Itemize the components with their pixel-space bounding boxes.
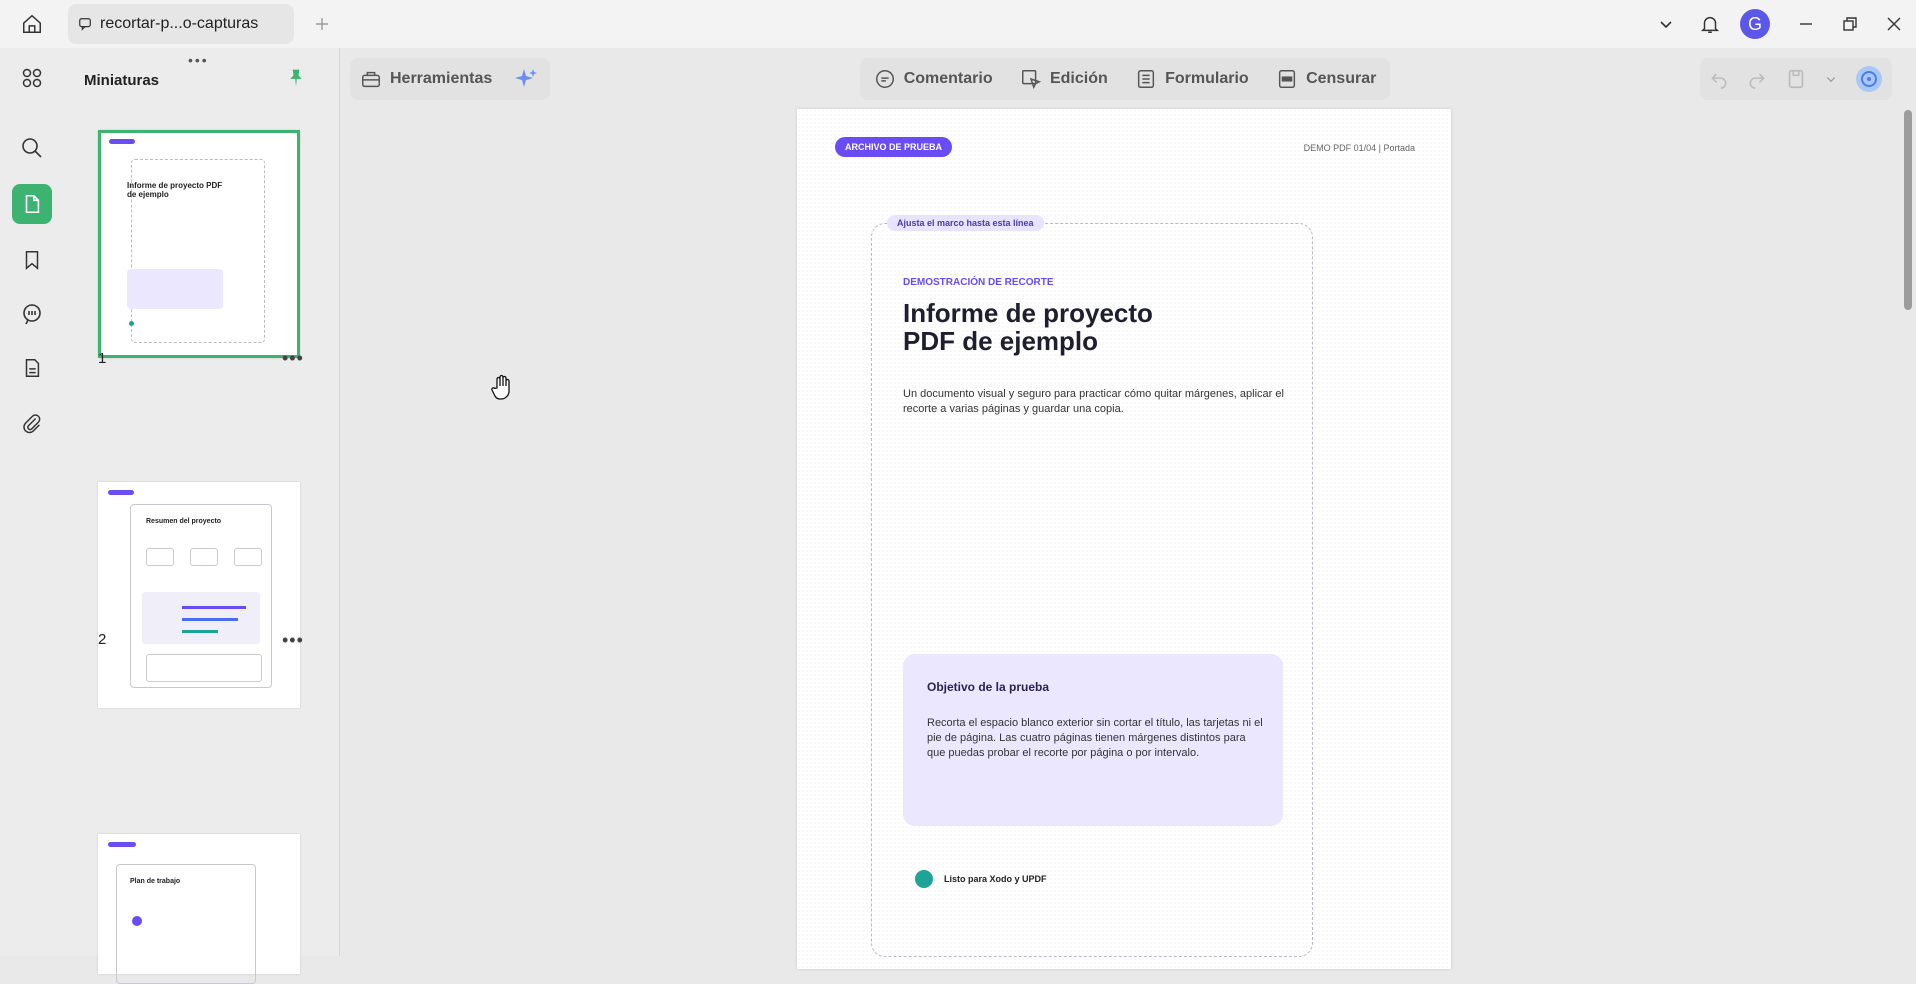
test-file-badge: ARCHIVO DE PRUEBA	[835, 137, 953, 157]
comment-icon	[875, 70, 894, 88]
thumbnail-more-button[interactable]: •••	[282, 630, 304, 651]
tab-redact[interactable]: Censurar	[1276, 68, 1376, 90]
chevron-down-icon	[1660, 21, 1672, 29]
page-title: Informe de proyecto PDF de ejemplo	[903, 298, 1153, 356]
comments-icon	[23, 304, 41, 325]
hand-cursor-icon	[491, 374, 510, 400]
new-tab-button[interactable]	[310, 12, 334, 36]
thumbnails-button[interactable]	[12, 184, 52, 224]
pdf-page[interactable]: ARCHIVO DE PRUEBA DEMO PDF 01/04 | Porta…	[797, 109, 1451, 969]
grid-icon	[22, 68, 42, 88]
thumbnail-title: Informe de proyecto PDF de ejemplo	[127, 181, 223, 199]
restore-button[interactable]	[1828, 4, 1872, 44]
plus-icon	[316, 18, 328, 30]
notifications-button[interactable]	[1688, 4, 1732, 44]
thumbnail-more-button[interactable]: •••	[282, 348, 304, 369]
page-kicker: DEMOSTRACIÓN DE RECORTE	[903, 277, 1054, 288]
thumbnail-page-2[interactable]: Resumen del proyecto	[98, 482, 300, 708]
tab-comment[interactable]: Comentario	[874, 68, 993, 90]
pin-panel-button[interactable]	[286, 68, 306, 93]
mode-tabs: Comentario Edición Formulario Censurar	[860, 58, 1390, 100]
chevron-down-icon[interactable]	[1825, 73, 1837, 85]
crop-frame-label: Ajusta el marco hasta esta línea	[887, 215, 1044, 231]
home-icon	[23, 14, 41, 33]
vertical-scrollbar[interactable]	[1904, 110, 1912, 310]
tools-button[interactable]: Herramientas	[350, 58, 550, 100]
goal-card: Objetivo de la prueba Recorta el espacio…	[903, 654, 1283, 826]
apps-button[interactable]	[12, 58, 52, 98]
avatar[interactable]: G	[1740, 9, 1770, 39]
page-icon	[25, 194, 40, 214]
panel-resize-grip[interactable]: •••	[188, 52, 209, 68]
ai-sparkle-icon[interactable]	[514, 67, 538, 91]
bookmarks-button[interactable]	[12, 240, 52, 280]
assistant-icon[interactable]	[1855, 65, 1883, 93]
toolbox-icon	[362, 71, 380, 88]
document-icon	[25, 359, 40, 377]
form-icon	[1138, 70, 1155, 88]
save-icon[interactable]	[1785, 68, 1807, 90]
thumbnail-number: 1	[98, 350, 107, 367]
thumbnail-page-3[interactable]: Plan de trabajo	[98, 834, 300, 984]
close-button[interactable]	[1872, 4, 1916, 44]
main-toolbar: Herramientas Comentario Edición Formular…	[340, 48, 1916, 112]
bookmark-icon	[25, 251, 39, 270]
thumbnail-title: Resumen del proyecto	[146, 518, 222, 525]
edit-icon	[1021, 70, 1042, 90]
title-bar: recortar-p...o-capturas G	[0, 0, 1916, 48]
attachment-button[interactable]	[12, 404, 52, 444]
minimize-icon	[1800, 23, 1812, 25]
thumbnail-page-1[interactable]: Informe de proyecto PDF de ejemplo	[98, 130, 300, 358]
panel-title: Miniaturas	[84, 72, 160, 89]
comments-button[interactable]	[12, 294, 52, 334]
document-tab[interactable]: recortar-p...o-capturas	[68, 4, 294, 44]
page-footer: Listo para Xodo y UPDF	[944, 874, 1047, 884]
history-tools	[1700, 58, 1892, 100]
pin-icon	[290, 69, 302, 87]
search-icon	[22, 138, 42, 158]
redo-icon[interactable]	[1747, 69, 1767, 89]
goal-title: Objetivo de la prueba	[927, 680, 1050, 694]
tab-form[interactable]: Formulario	[1135, 68, 1249, 90]
restore-icon	[1843, 17, 1857, 31]
attachments-page-button[interactable]	[12, 348, 52, 388]
comment-tab-icon	[79, 18, 91, 31]
bell-icon	[1700, 16, 1720, 33]
redact-icon	[1278, 70, 1296, 88]
close-icon	[1887, 17, 1901, 31]
search-button[interactable]	[12, 128, 52, 168]
left-rail	[0, 48, 64, 956]
tools-label: Herramientas	[390, 70, 493, 87]
home-button[interactable]	[16, 10, 48, 38]
undo-icon[interactable]	[1709, 69, 1729, 89]
page-header-right: DEMO PDF 01/04 | Portada	[1303, 143, 1415, 153]
goal-text: Recorta el espacio blanco exterior sin c…	[927, 717, 1263, 759]
thumbnail-number: 2	[98, 631, 107, 648]
thumbnail-panel: ••• Miniaturas Informe de proyecto PDF d…	[64, 48, 340, 984]
tab-label: recortar-p...o-capturas	[100, 15, 259, 32]
paperclip-icon	[23, 414, 41, 434]
minimize-button[interactable]	[1784, 4, 1828, 44]
thumbnail-title: Plan de trabajo	[130, 878, 181, 885]
footer-dot	[915, 870, 933, 888]
page-lead: Un documento visual y seguro para practi…	[903, 388, 1284, 415]
tabs-dropdown-button[interactable]	[1644, 4, 1688, 44]
tab-edit[interactable]: Edición	[1020, 68, 1108, 90]
